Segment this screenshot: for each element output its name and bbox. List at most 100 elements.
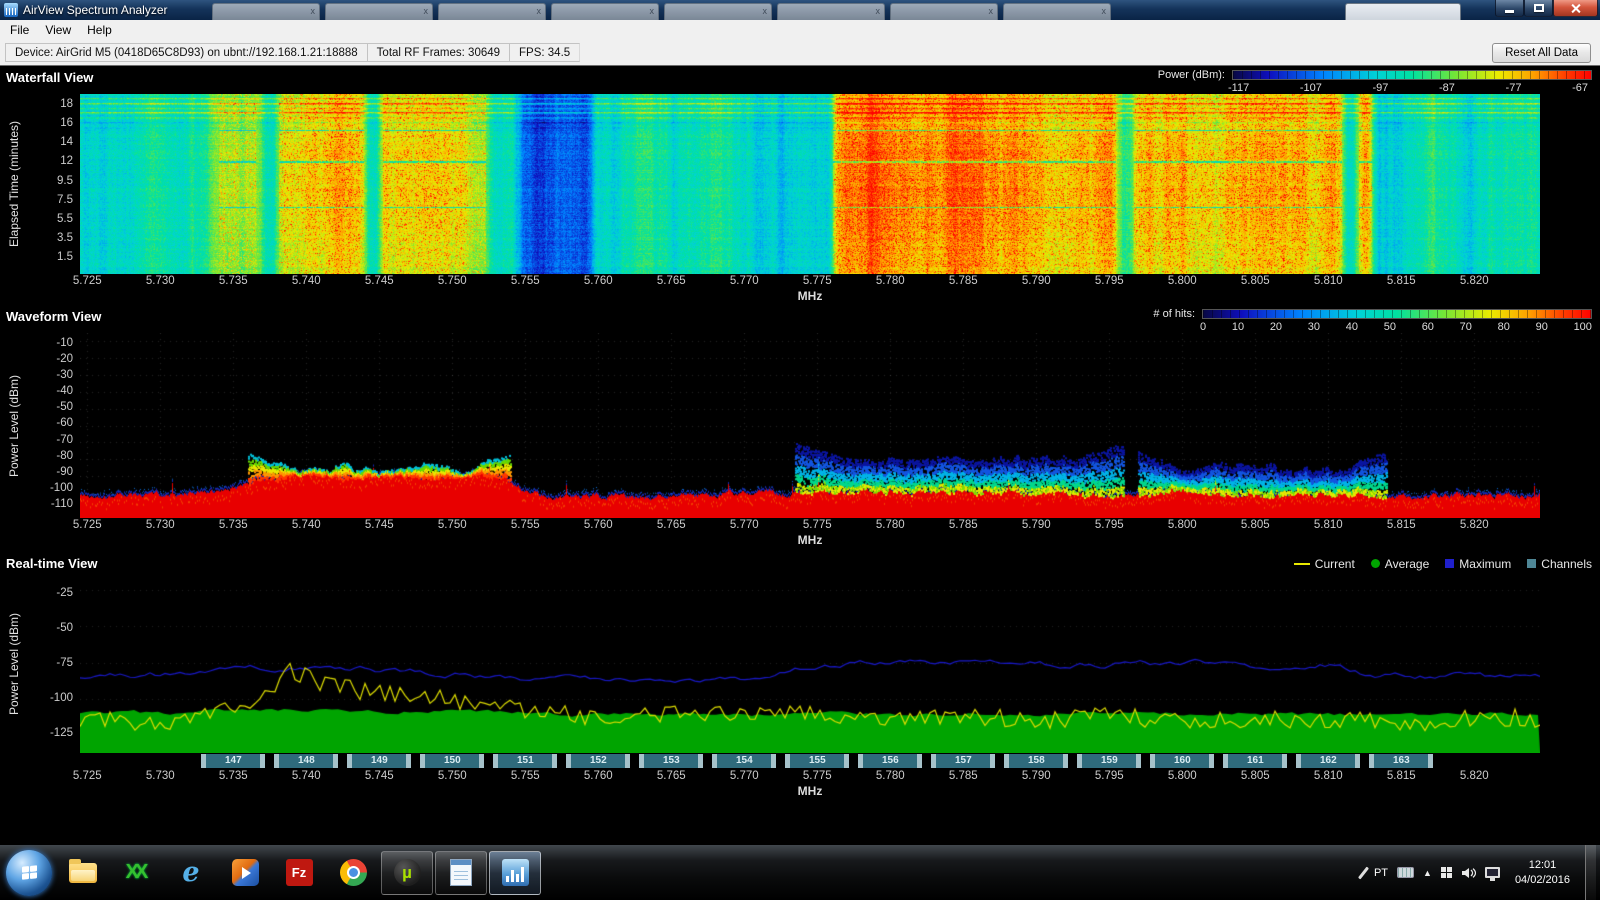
freq-tick: 5.790 xyxy=(1022,770,1051,782)
screen: AirView Spectrum Analyzer x x x x x x x x FileV… xyxy=(0,0,1600,900)
pen-input-icon[interactable] xyxy=(1358,866,1369,879)
tab-close-icon[interactable]: x xyxy=(876,5,881,18)
power-legend: Power (dBm): -117-107-97-87-77-67 xyxy=(1158,69,1592,94)
minimize-icon xyxy=(1505,10,1514,13)
close-icon xyxy=(1570,3,1581,14)
realtime-view: Real-time View CurrentAverageMaximumChan… xyxy=(0,549,1600,800)
minutes-tick: 9.5 xyxy=(57,175,73,187)
menu-help[interactable]: Help xyxy=(79,21,120,39)
clock-time: 12:01 xyxy=(1515,858,1570,872)
start-button[interactable] xyxy=(6,850,52,896)
channel-148: 148 xyxy=(274,754,338,768)
taskbar-explorer-button[interactable] xyxy=(57,851,109,895)
freq-tick: 5.735 xyxy=(219,275,248,287)
filezilla-icon: Fz xyxy=(286,859,313,886)
taskbar-utorrent-button[interactable]: µ xyxy=(381,851,433,895)
legend-item-channels: Channels xyxy=(1527,557,1592,571)
waveform-title: Waveform View xyxy=(6,308,101,326)
taskbar-clock[interactable]: 12:01 04/02/2016 xyxy=(1515,858,1570,887)
tab-close-icon[interactable]: x xyxy=(537,5,542,18)
minutes-tick: 1.5 xyxy=(57,251,73,263)
browser-tab[interactable]: x xyxy=(551,3,659,20)
channel-163: 163 xyxy=(1369,754,1433,768)
keyboard-icon[interactable] xyxy=(1397,867,1414,878)
waterfall-spectrogram xyxy=(80,94,1540,274)
dbm-tick: -70 xyxy=(56,434,73,446)
taskbar-green-x-app-button[interactable]: XX xyxy=(111,851,163,895)
freq-tick: 5.725 xyxy=(73,770,102,782)
taskbar-chrome-button[interactable] xyxy=(327,851,379,895)
menu-bar: FileViewHelp xyxy=(0,20,1600,40)
dbm-tick: -125 xyxy=(50,727,73,739)
tab-close-icon[interactable]: x xyxy=(650,5,655,18)
freq-tick: 5.800 xyxy=(1168,519,1197,531)
current-swatch-icon xyxy=(1294,563,1310,565)
hits-tick: 10 xyxy=(1232,321,1244,333)
system-tray: PT ▲ 12:01 04/02/2016 xyxy=(1362,845,1598,900)
browser-tab[interactable]: x xyxy=(890,3,998,20)
minutes-tick: 18 xyxy=(60,98,73,110)
channel-band: 1471481491501511521531541551561571581591… xyxy=(80,754,1540,769)
browser-tab[interactable]: x xyxy=(325,3,433,20)
browser-tab[interactable]: x xyxy=(1003,3,1111,20)
tab-close-icon[interactable]: x xyxy=(763,5,768,18)
taskbar-filezilla-button[interactable]: Fz xyxy=(273,851,325,895)
realtime-legend: Current Average Maximum Channels xyxy=(1294,557,1592,571)
app-icon xyxy=(4,3,18,17)
dbm-tick: -60 xyxy=(56,417,73,429)
browser-tab[interactable]: x xyxy=(438,3,546,20)
dbm-tick: -50 xyxy=(56,622,73,634)
waveform-view: Waveform View # of hits: 010203040506070… xyxy=(0,305,1600,549)
channels-swatch-icon xyxy=(1527,559,1536,568)
waterfall-title: Waterfall View xyxy=(6,69,93,87)
windows-logo-icon xyxy=(22,865,37,880)
minimize-button[interactable] xyxy=(1495,0,1524,17)
channel-157: 157 xyxy=(931,754,995,768)
freq-tick: 5.785 xyxy=(949,519,978,531)
browser-tab-bright[interactable] xyxy=(1345,3,1461,20)
title-bar: AirView Spectrum Analyzer x x x x x x x x xyxy=(0,0,1600,20)
language-indicator[interactable]: PT xyxy=(1374,867,1388,879)
taskbar-ie-button[interactable]: e xyxy=(165,851,217,895)
network-icon[interactable] xyxy=(1485,867,1500,878)
dbm-tick: -50 xyxy=(56,401,73,413)
show-desktop-button[interactable] xyxy=(1585,845,1596,900)
action-center-icon[interactable] xyxy=(1441,867,1452,878)
menu-file[interactable]: File xyxy=(2,21,37,39)
tab-close-icon[interactable]: x xyxy=(311,5,316,18)
freq-tick: 5.775 xyxy=(803,275,832,287)
speaker-icon[interactable] xyxy=(1461,866,1476,880)
channel-156: 156 xyxy=(858,754,922,768)
freq-tick: 5.770 xyxy=(730,770,759,782)
menu-view[interactable]: View xyxy=(37,21,79,39)
channel-151: 151 xyxy=(493,754,557,768)
taskbar-airview-button[interactable] xyxy=(489,851,541,895)
taskbar-media-player-button[interactable] xyxy=(219,851,271,895)
power-legend-ticks: -117-107-97-87-77-67 xyxy=(1224,81,1592,94)
tab-close-icon[interactable]: x xyxy=(1102,5,1107,18)
browser-tab[interactable]: x xyxy=(664,3,772,20)
legend-item-average: Average xyxy=(1371,557,1429,571)
reset-all-data-button[interactable]: Reset All Data xyxy=(1492,43,1591,63)
tab-close-icon[interactable]: x xyxy=(424,5,429,18)
hits-tick: 70 xyxy=(1460,321,1472,333)
maximize-button[interactable] xyxy=(1524,0,1553,17)
freq-tick: 5.740 xyxy=(292,275,321,287)
taskbar-journal-button[interactable] xyxy=(435,851,487,895)
freq-tick: 5.755 xyxy=(511,519,540,531)
channel-155: 155 xyxy=(785,754,849,768)
channel-159: 159 xyxy=(1077,754,1141,768)
legend-label: Maximum xyxy=(1459,557,1511,571)
power-tick: -77 xyxy=(1506,82,1522,94)
freq-tick: 5.780 xyxy=(876,770,905,782)
tab-close-icon[interactable]: x xyxy=(989,5,994,18)
browser-tab[interactable]: x xyxy=(777,3,885,20)
channel-152: 152 xyxy=(566,754,630,768)
close-button[interactable] xyxy=(1553,0,1598,17)
freq-tick: 5.820 xyxy=(1460,770,1489,782)
window-title: AirView Spectrum Analyzer xyxy=(23,3,168,17)
hidden-icons-arrow[interactable]: ▲ xyxy=(1423,868,1432,878)
legend-item-current: Current xyxy=(1294,557,1355,571)
freq-tick: 5.735 xyxy=(219,519,248,531)
browser-tab[interactable]: x xyxy=(212,3,320,20)
